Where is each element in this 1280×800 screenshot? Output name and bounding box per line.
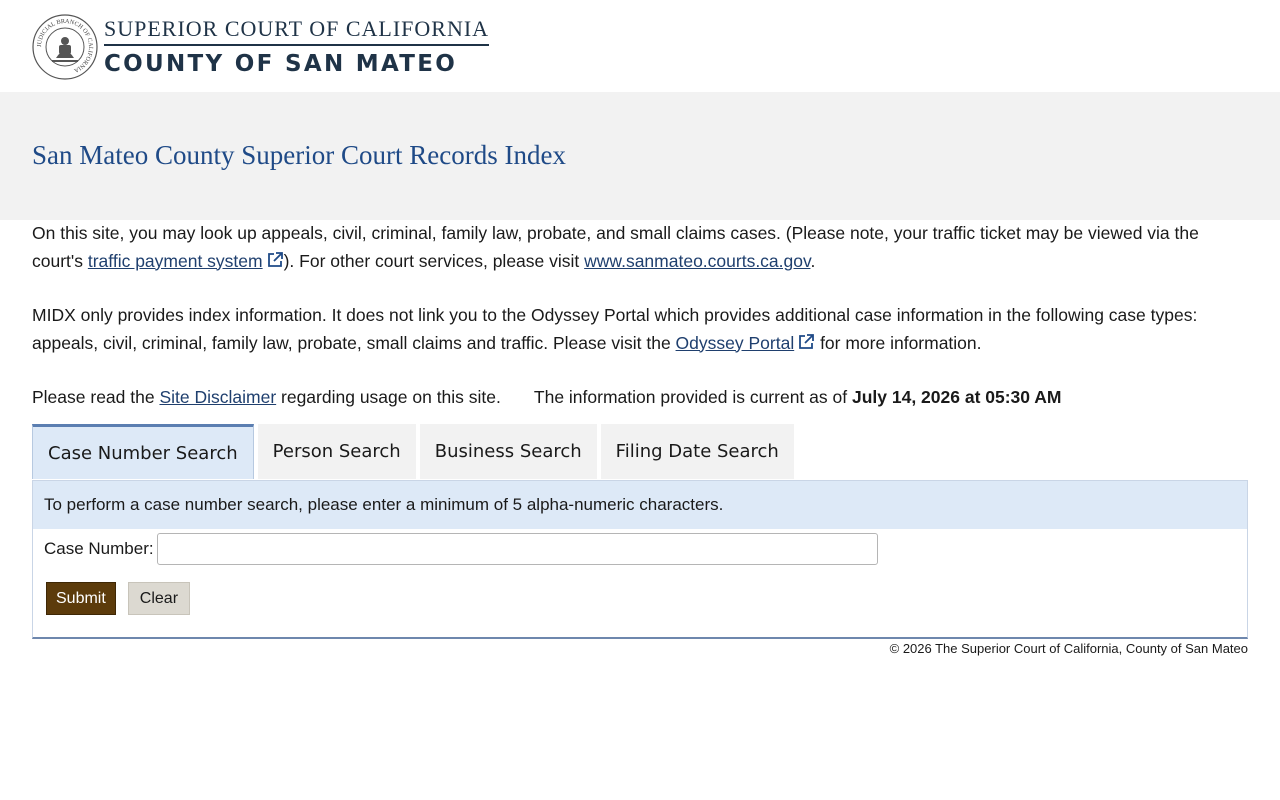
clear-button[interactable]: Clear (127, 582, 191, 615)
case-number-row: Case Number: (33, 533, 1247, 565)
disclaimer-text: Please read the Site Disclaimer regardin… (32, 384, 501, 412)
site-disclaimer-link[interactable]: Site Disclaimer (159, 387, 276, 407)
court-seal-icon: JUDICIAL BRANCH OF CALIFORNIA (32, 14, 98, 80)
court-name: SUPERIOR COURT OF CALIFORNIA (104, 16, 490, 46)
current-as-of: The information provided is current as o… (534, 384, 1062, 412)
current-prefix: The information provided is current as o… (533, 387, 852, 407)
odyssey-portal-link[interactable]: Odyssey Portal (676, 333, 795, 353)
intro-text: . (810, 250, 816, 271)
external-link-icon (799, 333, 815, 349)
county-name: COUNTY OF SAN MATEO (104, 51, 458, 77)
tab-filing-date-search[interactable]: Filing Date Search (600, 424, 794, 479)
disclaimer-line: Please read the Site Disclaimer regardin… (32, 384, 1248, 412)
tab-person-search[interactable]: Person Search (257, 424, 416, 479)
intro-text: MIDX only provides index information. It… (32, 305, 1198, 353)
traffic-payment-link[interactable]: traffic payment system (88, 251, 263, 271)
disclaimer-prefix: Please read the (32, 387, 160, 407)
current-date: July 14, 2026 at 05:30 AM (851, 387, 1062, 407)
tab-case-number-search[interactable]: Case Number Search (32, 424, 254, 479)
case-number-input[interactable] (157, 533, 878, 565)
tab-business-search[interactable]: Business Search (419, 424, 597, 479)
search-instructions: To perform a case number search, please … (33, 481, 1247, 529)
intro-text: for more information. (815, 332, 982, 353)
external-link-icon (267, 251, 283, 267)
title-band: San Mateo County Superior Court Records … (0, 92, 1280, 220)
footer-copyright: © 2026 The Superior Court of California,… (889, 641, 1248, 656)
intro-section: On this site, you may look up appeals, c… (32, 220, 1248, 412)
button-row: Submit Clear (33, 582, 1247, 615)
intro-text: ). For other court services, please visi… (283, 250, 585, 271)
case-number-label: Case Number: (44, 539, 154, 558)
disclaimer-suffix: regarding usage on this site. (276, 387, 501, 407)
page-title: San Mateo County Superior Court Records … (32, 140, 566, 170)
search-panel: To perform a case number search, please … (32, 480, 1248, 639)
court-website-link[interactable]: www.sanmateo.courts.ca.gov (584, 251, 810, 271)
submit-button[interactable]: Submit (46, 582, 116, 615)
site-header[interactable]: JUDICIAL BRANCH OF CALIFORNIA SUPERIOR C… (32, 13, 490, 81)
intro-paragraph-2: MIDX only provides index information. It… (32, 302, 1248, 357)
intro-paragraph-1: On this site, you may look up appeals, c… (32, 220, 1248, 275)
search-tabs: Case Number Search Person Search Busines… (32, 424, 798, 479)
